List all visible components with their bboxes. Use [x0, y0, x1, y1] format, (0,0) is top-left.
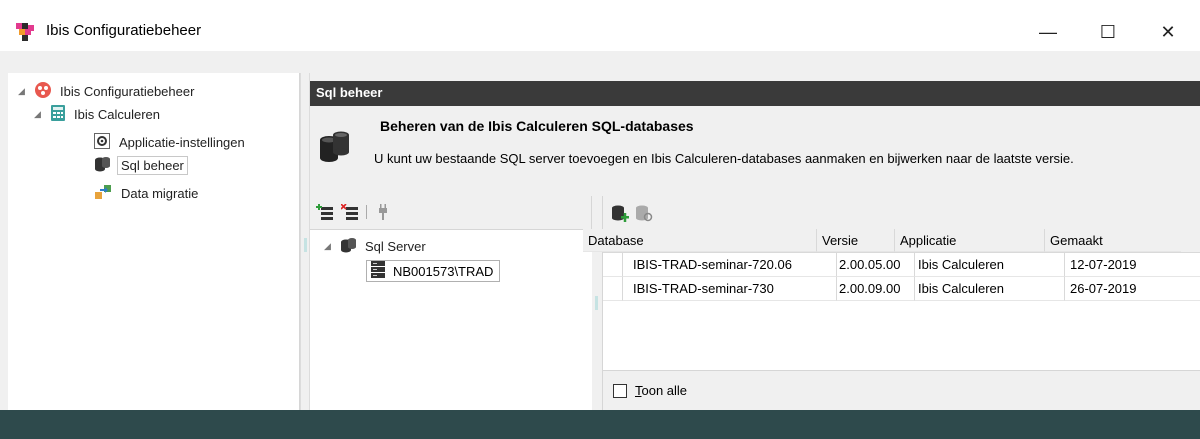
cell-database: IBIS-TRAD-seminar-730: [623, 277, 837, 301]
tree-item-label: Ibis Configuratiebeheer: [60, 83, 195, 99]
tree-item-label: Sql Server: [365, 238, 426, 254]
row-selector[interactable]: [603, 277, 623, 301]
table-row[interactable]: IBIS-TRAD-seminar-720.06 2.00.05.00 Ibis…: [603, 253, 1200, 277]
menu-strip: [0, 51, 1200, 73]
cell-versie: 2.00.09.00: [837, 277, 915, 301]
splitter-grip[interactable]: [304, 238, 307, 252]
database-icon: [94, 156, 112, 175]
database-footer: Toon alle: [603, 370, 1200, 410]
left-splitter[interactable]: [300, 73, 310, 410]
app-logo-icon: [16, 23, 36, 41]
server-node[interactable]: NB001573\TRAD: [366, 260, 501, 282]
grid-header-row: Database Versie Applicatie Gemaakt: [583, 229, 1200, 253]
add-database-icon[interactable]: [611, 204, 629, 222]
status-bar: [0, 410, 1200, 439]
server-pane: ◢ Sql Server NB001573\TRAD: [310, 196, 592, 410]
show-all-checkbox[interactable]: [613, 383, 627, 398]
cell-gemaakt: 12-07-2019: [1065, 253, 1200, 277]
tree-item-label: Data migratie: [121, 185, 199, 201]
server-tree: ◢ Sql Server NB001573\TRAD: [310, 229, 592, 410]
tree-item-data-migratie[interactable]: Data migratie: [94, 183, 201, 203]
cell-gemaakt: 26-07-2019: [1065, 277, 1200, 301]
database-pane: Database Versie Applicatie Gemaakt IBIS-…: [583, 196, 1200, 410]
tree-item-root[interactable]: ◢ Ibis Configuratiebeheer: [18, 81, 197, 101]
panel-header: Sql beheer: [310, 81, 1200, 106]
toolbar-separator: [366, 205, 367, 219]
tree-item-ibis-calculeren[interactable]: ◢ Ibis Calculeren: [34, 104, 163, 124]
tree-item-sql-server[interactable]: ◢ Sql Server: [324, 236, 429, 256]
info-title: Beheren van de Ibis Calculeren SQL-datab…: [380, 118, 694, 134]
sql-beheer-panel: Sql beheer Beheren van de Ibis Calculere…: [310, 73, 1200, 410]
remove-server-icon[interactable]: [341, 203, 359, 221]
collapse-icon[interactable]: ◢: [34, 109, 44, 120]
settings-icon: [94, 132, 110, 152]
collapse-icon[interactable]: ◢: [324, 241, 334, 252]
collapse-icon[interactable]: ◢: [18, 86, 28, 97]
navigation-tree: ◢ Ibis Configuratiebeheer ◢ Ibis Calcule…: [8, 73, 300, 410]
column-header-applicatie[interactable]: Applicatie: [895, 229, 1045, 252]
database-toolbar: [603, 196, 1200, 229]
column-header-versie[interactable]: Versie: [817, 229, 895, 252]
cell-database: IBIS-TRAD-seminar-720.06: [623, 253, 837, 277]
window-title: Ibis Configuratiebeheer: [46, 22, 202, 39]
ibis-logo-icon: [34, 81, 52, 102]
database-icon: [340, 237, 358, 256]
connect-plug-icon[interactable]: [374, 203, 392, 221]
cell-applicatie: Ibis Calculeren: [915, 253, 1065, 277]
show-all-text: oon alle: [641, 383, 688, 398]
cell-applicatie: Ibis Calculeren: [915, 277, 1065, 301]
tree-item-label: Sql beheer: [117, 155, 188, 175]
tree-item-sql-beheer[interactable]: Sql beheer: [94, 155, 188, 175]
show-all-label[interactable]: Toon alle: [635, 383, 687, 398]
table-row[interactable]: IBIS-TRAD-seminar-730 2.00.09.00 Ibis Ca…: [603, 277, 1200, 301]
info-area: Beheren van de Ibis Calculeren SQL-datab…: [310, 106, 1200, 196]
row-selector[interactable]: [603, 253, 623, 277]
database-grid: Database Versie Applicatie Gemaakt IBIS-…: [583, 229, 1200, 301]
cell-versie: 2.00.05.00: [837, 253, 915, 277]
main-area: ◢ Ibis Configuratiebeheer ◢ Ibis Calcule…: [0, 73, 1200, 410]
database-large-icon: [318, 128, 352, 169]
refresh-database-icon[interactable]: [635, 204, 653, 222]
tree-item-applicatie-instellingen[interactable]: Applicatie-instellingen: [94, 132, 248, 152]
column-header-database[interactable]: Database: [583, 229, 817, 252]
column-header-gemaakt[interactable]: Gemaakt: [1045, 229, 1181, 252]
calculator-icon: [50, 104, 66, 125]
splitter-grip[interactable]: [595, 296, 598, 310]
server-node-label: NB001573\TRAD: [393, 263, 494, 279]
add-server-icon[interactable]: [316, 203, 334, 221]
server-icon: [371, 260, 385, 282]
tree-item-label: Applicatie-instellingen: [119, 134, 245, 150]
tree-item-label: Ibis Calculeren: [74, 106, 160, 122]
data-migration-icon: [94, 184, 112, 203]
server-toolbar: [316, 202, 392, 222]
info-description: U kunt uw bestaande SQL server toevoegen…: [374, 151, 1074, 166]
